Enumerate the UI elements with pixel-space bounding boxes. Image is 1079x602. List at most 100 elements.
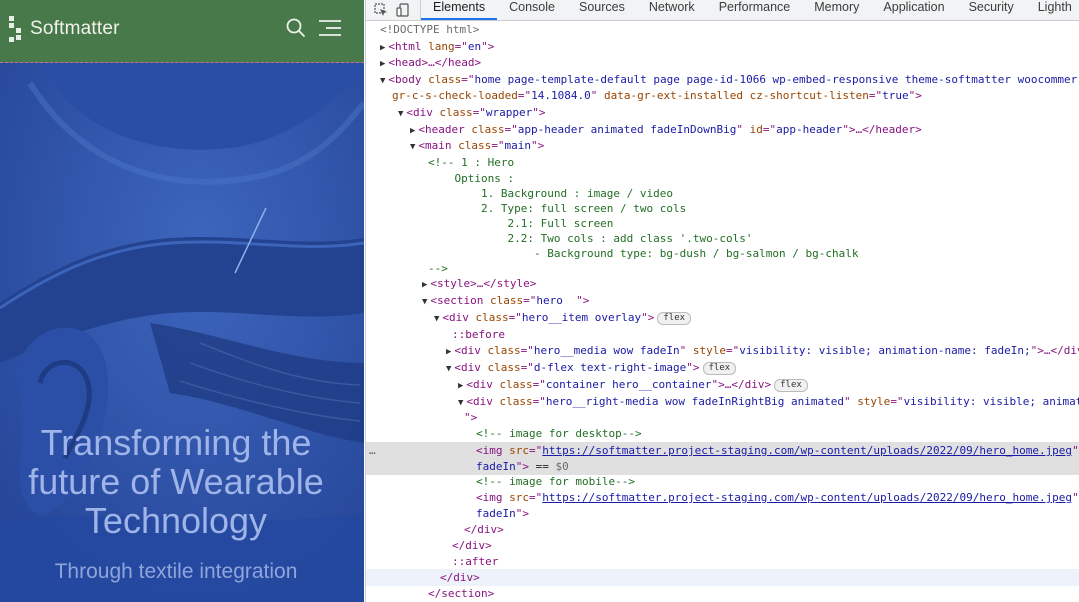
dom-token: visibility: visible; animat	[903, 395, 1079, 408]
dom-token: ="	[472, 106, 486, 119]
dom-token[interactable]: https://softmatter.project-staging.com/w…	[542, 444, 1072, 457]
dom-node-line[interactable]: ▶ <header class="app-header animated fade…	[366, 121, 1079, 138]
tab-network[interactable]: Network	[637, 0, 707, 20]
dom-token: "	[843, 395, 858, 408]
dom-token: ="	[868, 89, 883, 102]
brand-logo[interactable]: Softmatter	[8, 15, 120, 43]
hero-title: Transforming the future of Wearable Tech…	[0, 423, 352, 540]
dom-node-line[interactable]: ▼ <main class="main">	[366, 137, 1079, 154]
dom-node-line[interactable]: ▼ <section class="hero ">	[366, 292, 1079, 309]
dom-token: <section	[430, 294, 491, 307]
dom-token: <body	[388, 73, 429, 86]
dom-node-line[interactable]: <!DOCTYPE html>	[366, 21, 1079, 38]
expand-toggle-icon[interactable]: ▶	[446, 347, 451, 357]
dom-token: 1. Background : image / video	[428, 187, 674, 200]
dom-node-line[interactable]: </div>	[366, 537, 1079, 554]
tab-lighth[interactable]: Lighth	[1026, 0, 1079, 20]
dom-node-line[interactable]: ▶ <style>…</style>	[366, 275, 1079, 292]
dom-token: app-header	[776, 123, 843, 136]
flex-badge[interactable]: flex	[774, 379, 808, 392]
tab-application[interactable]: Application	[871, 0, 956, 20]
expand-toggle-icon[interactable]: ▼	[446, 364, 451, 374]
devtools-tab-bar: Elements Console Sources Network Performance…	[366, 0, 1079, 21]
expand-toggle-icon[interactable]: ▼	[398, 109, 403, 119]
dom-token: -->	[428, 262, 448, 275]
dom-token: ="	[504, 123, 518, 136]
dom-token: ">…</div>	[711, 378, 772, 391]
dom-token: hero	[536, 294, 577, 307]
dom-token: ="	[532, 378, 546, 391]
dom-token: class	[490, 294, 524, 307]
dom-token: <div	[466, 378, 500, 391]
dom-node-line[interactable]: ▼ <div class="d-flex text-right-image"> fl…	[366, 359, 1079, 376]
tab-performance[interactable]: Performance	[707, 0, 803, 20]
dom-node-line[interactable]: ▶ <head>…</head>	[366, 54, 1079, 71]
dom-token: style	[857, 395, 891, 408]
tab-console[interactable]: Console	[497, 0, 567, 20]
dom-node-line[interactable]: </div>	[366, 569, 1079, 586]
dom-token: ="	[520, 344, 534, 357]
dom-node-line[interactable]: ▼ <div class="wrapper">	[366, 104, 1079, 121]
dom-node-line[interactable]: </section>	[366, 585, 1079, 602]
inspect-element-icon[interactable]	[374, 3, 388, 17]
search-icon[interactable]	[286, 18, 306, 38]
dom-token: <!-- image for mobile-->	[476, 475, 635, 488]
dom-node-line[interactable]: gr-c-s-check-loaded="14.1084.0" data-gr-…	[366, 87, 1079, 104]
expand-toggle-icon[interactable]: ▶	[410, 126, 415, 136]
dom-token: hero__media wow fadeIn	[533, 344, 680, 357]
dom-token: <div	[406, 106, 440, 119]
dom-token: class	[439, 106, 473, 119]
dom-node-line[interactable]: ▶ <div class="hero__media wow fadeIn" sty…	[366, 342, 1079, 359]
dom-token[interactable]: https://softmatter.project-staging.com/w…	[542, 491, 1072, 504]
expand-toggle-icon[interactable]: ▼	[434, 314, 439, 324]
dom-token: src	[509, 491, 529, 504]
expand-toggle-icon[interactable]: ▶	[380, 59, 385, 69]
dom-node-line[interactable]: <!-- 1 : Hero	[366, 154, 1079, 171]
expand-toggle-icon[interactable]: ▼	[458, 398, 463, 408]
tab-sources[interactable]: Sources	[567, 0, 637, 20]
devtools-panel: Elements Console Sources Network Performance…	[365, 0, 1079, 602]
expand-toggle-icon[interactable]: ▼	[422, 297, 427, 307]
dom-token: <div	[454, 344, 488, 357]
dom-node-line[interactable]: ::before	[366, 326, 1079, 343]
dom-node-line[interactable]: <!-- image for desktop-->	[366, 425, 1079, 442]
dom-token: ">	[481, 40, 495, 53]
dom-node-line[interactable]: ▶ <div class="container hero__container">…	[366, 376, 1079, 393]
dom-token: <img	[476, 444, 510, 457]
dom-node-line[interactable]: ▼ <div class="hero__item overlay"> flex	[366, 309, 1079, 326]
dom-token: 2.1: Full screen	[428, 217, 614, 230]
dom-node-line[interactable]: <img src="https://softmatter.project-sta…	[366, 489, 1079, 506]
dom-token: <!DOCTYPE html>	[380, 23, 480, 36]
dom-token: ==	[529, 460, 556, 473]
dom-token: </div>	[464, 523, 504, 536]
device-toolbar-icon[interactable]	[396, 3, 410, 17]
more-options-icon[interactable]: …	[369, 442, 376, 459]
dom-node-line[interactable]: <img src="https://softmatter.project-sta…	[366, 442, 1079, 459]
flex-badge[interactable]: flex	[657, 312, 692, 325]
flex-badge[interactable]: flex	[702, 362, 737, 375]
dom-node-line[interactable]: fadeIn">	[366, 505, 1079, 522]
dom-token: data-gr-ext-installed	[603, 89, 744, 102]
dom-node-line[interactable]: ▼ <body class="home page-template-default…	[366, 71, 1079, 88]
hero-title-line: Technology	[84, 500, 268, 541]
menu-icon[interactable]	[318, 18, 342, 38]
expand-toggle-icon[interactable]: ▼	[410, 142, 415, 152]
tab-elements[interactable]: Elements	[421, 0, 498, 20]
expand-toggle-icon[interactable]: ▼	[380, 76, 385, 86]
dom-token: $0	[555, 460, 569, 473]
dom-token: <img	[476, 491, 510, 504]
dom-node-line[interactable]: ▶ <html lang="en">	[366, 38, 1079, 55]
expand-toggle-icon[interactable]: ▶	[458, 381, 463, 391]
dom-node-line[interactable]: ::after	[366, 553, 1079, 570]
expand-toggle-icon[interactable]: ▶	[422, 280, 427, 290]
dom-node-line[interactable]: <!-- image for mobile-->	[366, 473, 1079, 490]
dom-token: d-flex text-right-image	[533, 361, 687, 374]
dom-node-line[interactable]: ▼ <div class="hero__right-media wow fadeI…	[366, 393, 1079, 410]
dom-node-line[interactable]: ">	[366, 409, 1079, 426]
expand-toggle-icon[interactable]: ▶	[380, 43, 385, 53]
tab-security[interactable]: Security	[957, 0, 1026, 20]
dom-token: ">	[464, 411, 478, 424]
tab-memory[interactable]: Memory	[802, 0, 871, 20]
dom-token: style	[692, 344, 726, 357]
dom-node-line[interactable]: </div>	[366, 521, 1079, 538]
